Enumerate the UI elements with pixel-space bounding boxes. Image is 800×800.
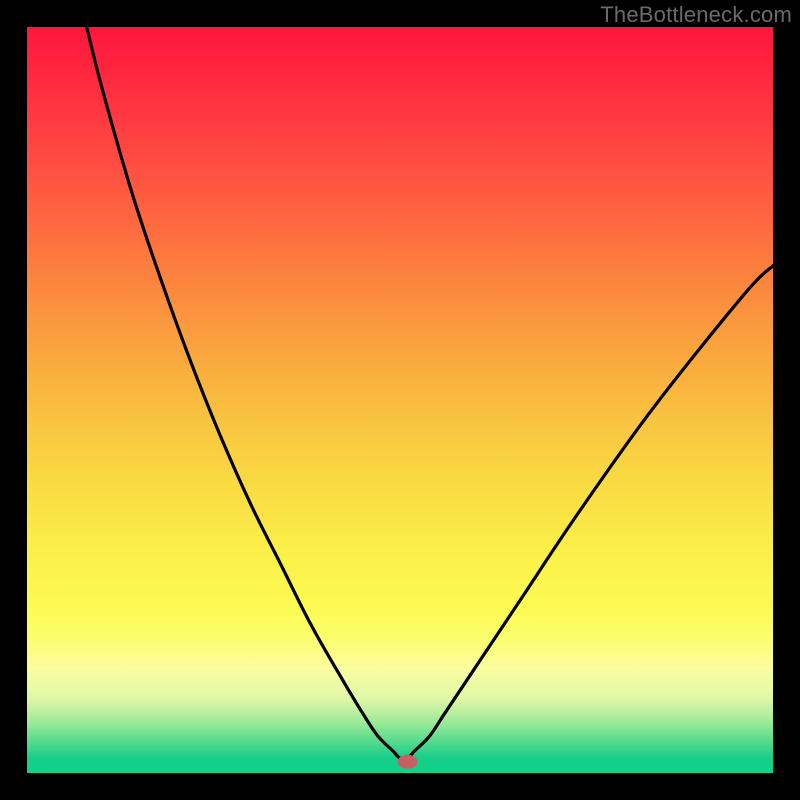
minimum-marker <box>397 755 417 769</box>
attribution-text: TheBottleneck.com <box>600 2 792 28</box>
chart-svg <box>27 27 773 773</box>
chart-container: TheBottleneck.com <box>0 0 800 800</box>
plot-area <box>27 27 773 773</box>
